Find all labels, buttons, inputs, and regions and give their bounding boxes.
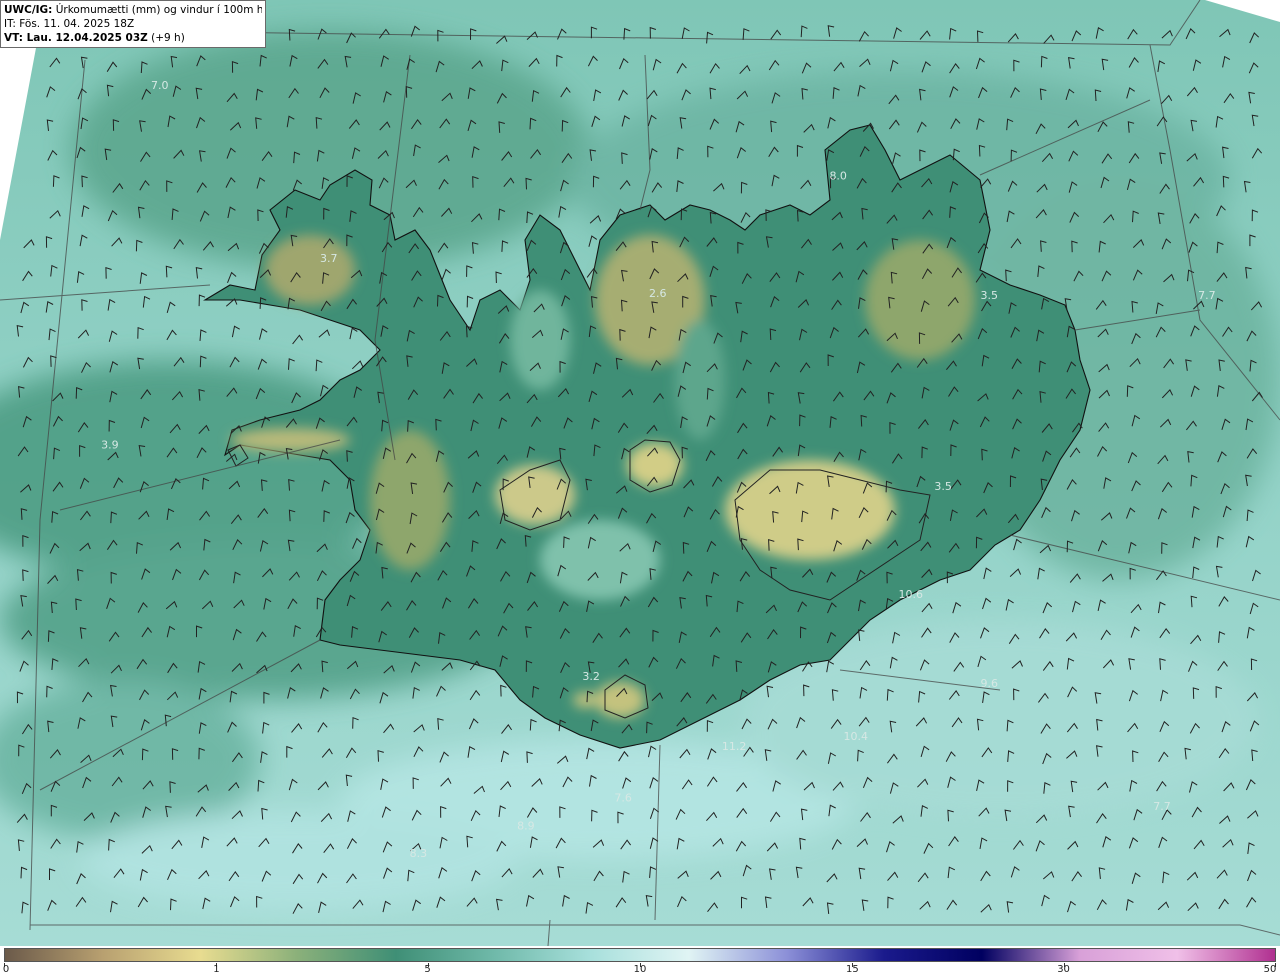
precip-value-label: 10.6	[899, 588, 924, 601]
precip-value-label: 7.7	[1198, 289, 1216, 302]
precip-value-label: 3.7	[320, 252, 338, 265]
colorbar-tick-label: 50	[1263, 964, 1277, 975]
model-name: UWC/IG:	[4, 4, 53, 16]
precip-value-label: 3.5	[980, 289, 998, 302]
colorbar-tick-label: 1	[213, 964, 220, 975]
precip-value-label: 2.6	[649, 287, 667, 300]
precip-value-label: 3.9	[101, 438, 119, 451]
init-time: IT: Fös. 11. 04. 2025 18Z	[4, 18, 135, 30]
lead-time: (+9 h)	[151, 32, 185, 44]
colorbar	[4, 948, 1276, 962]
precip-value-label: 7.7	[1153, 800, 1171, 813]
precip-value-label: 8.9	[517, 820, 535, 833]
colorbar-tick-label: 10	[633, 964, 647, 975]
colorbar-tick-label: 15	[846, 964, 859, 975]
valid-time: VT: Lau. 12.04.2025 03Z	[4, 32, 148, 44]
colorbar-legend: 0 1 5 10 15 30 50	[0, 946, 1280, 978]
precip-value-label: 11.2	[722, 740, 747, 753]
precip-value-label: 9.6	[980, 677, 998, 690]
precip-value-label: 3.5	[934, 480, 952, 493]
colorbar-tick-label: 5	[424, 964, 431, 975]
precip-value-label: 10.4	[844, 730, 869, 743]
map-header: UWC/IG: Úrkomumætti (mm) og vindur í 100…	[0, 0, 266, 48]
precip-value-label: 7.6	[614, 791, 632, 804]
valid-time-row: VT: Lau. 12.04.2025 03Z (+9 h)	[4, 31, 262, 45]
precip-value-label: 7.0	[151, 79, 169, 92]
header-title-row: UWC/IG: Úrkomumætti (mm) og vindur í 100…	[4, 3, 262, 17]
product-title: Úrkomumætti (mm) og vindur í 100m hæð	[55, 4, 262, 16]
precip-value-label: 3.2	[582, 670, 600, 683]
precip-value-label: 8.0	[829, 170, 847, 183]
colorbar-tick-label: 30	[1057, 964, 1070, 975]
precip-value-label: 8.3	[410, 847, 428, 860]
colorbar-tick-label: 0	[2, 964, 10, 975]
weather-map[interactable]: 7.0 3.7 3.9 2.6 8.0 3.5 7.7 3.5 10.6 3.2 9.6 10.4 11…	[0, 0, 1280, 946]
